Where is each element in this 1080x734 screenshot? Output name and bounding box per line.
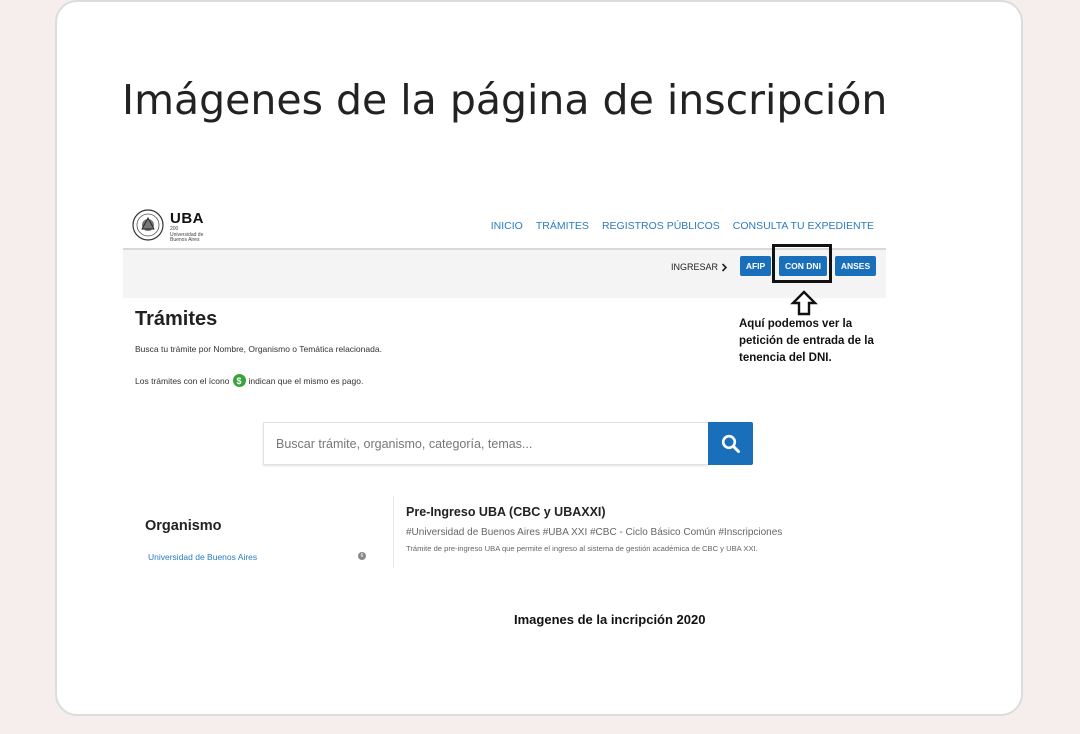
seal-icon [132, 209, 164, 241]
nav-consulta-expediente[interactable]: CONSULTA TU EXPEDIENTE [733, 220, 874, 232]
website-screenshot: UBA 200 Universidad de Buenos Aires INIC… [123, 200, 886, 570]
organismo-count-badge: 6 [358, 552, 366, 560]
result-description: Trámite de pre-ingreso UBA que permite e… [406, 544, 758, 553]
logo-subtext: 200 Universidad de Buenos Aires [170, 226, 204, 243]
dollar-icon: $ [232, 374, 246, 387]
ingresar-link[interactable]: INGRESAR [671, 262, 728, 272]
result-tags: #Universidad de Buenos Aires #UBA XXI #C… [406, 527, 783, 538]
up-arrow-icon [790, 290, 818, 316]
result-title[interactable]: Pre-Ingreso UBA (CBC y UBAXXI) [406, 505, 606, 519]
organismo-item-uba[interactable]: Universidad de Buenos Aires [148, 552, 257, 562]
nav-tramites[interactable]: TRÁMITES [536, 220, 589, 232]
pago-note-after: indican que el mismo es pago. [248, 375, 364, 386]
uba-logo[interactable]: UBA 200 Universidad de Buenos Aires [132, 209, 204, 243]
pago-note-before: Los trámites con el ícono [135, 375, 230, 386]
chevron-right-icon [721, 262, 728, 272]
pago-note: Los trámites con el ícono $ indican que … [135, 374, 363, 387]
organismo-heading: Organismo [145, 518, 222, 534]
slide-title: Imágenes de la página de inscripción [122, 76, 888, 124]
logo-text: UBA [170, 210, 204, 227]
search-bar [263, 422, 753, 465]
results-divider [393, 496, 394, 568]
ingresar-label: INGRESAR [671, 262, 719, 272]
tramites-heading: Trámites [135, 308, 218, 330]
afip-button[interactable]: AFIP [740, 256, 771, 276]
highlight-box [772, 244, 832, 283]
tramites-description: Busca tu trámite por Nombre, Organismo o… [135, 344, 382, 354]
anses-button[interactable]: ANSES [835, 256, 876, 276]
slide-caption: Imagenes de la incripción 2020 [514, 612, 706, 627]
search-input[interactable] [263, 422, 709, 465]
nav-inicio[interactable]: INICIO [491, 220, 523, 232]
top-nav: INICIO TRÁMITES REGISTROS PÚBLICOS CONSU… [491, 220, 874, 232]
search-icon [721, 434, 740, 453]
annotation-text: Aquí podemos ver la petición de entrada … [739, 318, 874, 364]
search-button[interactable] [708, 422, 753, 465]
nav-registros-publicos[interactable]: REGISTROS PÚBLICOS [602, 220, 720, 232]
